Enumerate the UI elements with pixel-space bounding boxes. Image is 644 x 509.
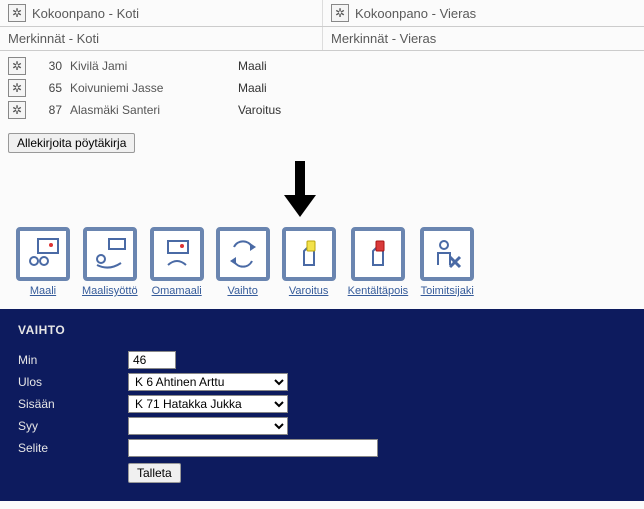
panel-kokoonpano-vieras[interactable]: ✲ Kokoonpano - Vieras	[322, 0, 644, 26]
action-label: Maalisyöttö	[82, 285, 138, 297]
label-min: Min	[18, 353, 118, 367]
panel-merkinnat-koti: Merkinnät - Koti	[0, 27, 322, 50]
action-label: Omamaali	[152, 285, 202, 297]
gear-icon[interactable]: ✲	[8, 57, 26, 75]
label-syy: Syy	[18, 419, 118, 433]
own-goal-icon	[150, 227, 204, 281]
label-selite: Selite	[18, 441, 118, 455]
marking-event: Varoitus	[238, 103, 338, 117]
action-varoitus[interactable]: Varoitus	[282, 227, 336, 297]
marking-row: ✲ 87 Alasmäki Santeri Varoitus	[0, 99, 644, 121]
marking-row: ✲ 65 Koivuniemi Jasse Maali	[0, 77, 644, 99]
sign-protocol-button[interactable]: Allekirjoita pöytäkirja	[8, 133, 135, 153]
action-maali[interactable]: Maali	[16, 227, 70, 297]
sisaan-select[interactable]: K 71 Hatakka Jukka	[128, 395, 288, 413]
panel-merkinnat-vieras: Merkinnät - Vieras	[322, 27, 644, 50]
vaihto-form: VAIHTO Min Ulos K 6 Ahtinen Arttu Sisään…	[0, 309, 644, 501]
marking-row: ✲ 30 Kivilä Jami Maali	[0, 55, 644, 77]
substitution-icon	[216, 227, 270, 281]
panel-kokoonpano-koti[interactable]: ✲ Kokoonpano - Koti	[0, 0, 322, 26]
min-input[interactable]	[128, 351, 176, 369]
action-maalisyotto[interactable]: Maalisyöttö	[82, 227, 138, 297]
yellow-card-icon	[282, 227, 336, 281]
action-label: Vaihto	[227, 285, 257, 297]
save-button[interactable]: Talleta	[128, 463, 181, 483]
action-vaihto[interactable]: Vaihto	[216, 227, 270, 297]
assist-icon	[83, 227, 137, 281]
ulos-select[interactable]: K 6 Ahtinen Arttu	[128, 373, 288, 391]
action-omamaali[interactable]: Omamaali	[150, 227, 204, 297]
marking-player: Alasmäki Santeri	[70, 103, 210, 117]
official-icon	[420, 227, 474, 281]
action-label: Toimitsijaki	[421, 285, 474, 297]
gear-icon: ✲	[331, 4, 349, 22]
marking-number: 30	[34, 59, 62, 73]
action-toimitsijaki[interactable]: Toimitsijaki	[420, 227, 474, 297]
panel-label: Kokoonpano - Koti	[32, 6, 139, 21]
action-label: Varoitus	[289, 285, 329, 297]
marking-player: Koivuniemi Jasse	[70, 81, 210, 95]
marking-event: Maali	[238, 81, 338, 95]
annotation-arrow	[0, 161, 644, 221]
red-card-icon	[351, 227, 405, 281]
marking-number: 65	[34, 81, 62, 95]
marking-event: Maali	[238, 59, 338, 73]
panel-label: Kokoonpano - Vieras	[355, 6, 476, 21]
action-label: Kentältäpois	[348, 285, 409, 297]
syy-select[interactable]	[128, 417, 288, 435]
action-kentaltapois[interactable]: Kentältäpois	[348, 227, 409, 297]
arrow-down-icon	[280, 161, 320, 217]
form-title: VAIHTO	[18, 323, 626, 337]
action-label: Maali	[30, 285, 56, 297]
marking-number: 87	[34, 103, 62, 117]
goal-icon	[16, 227, 70, 281]
panel-label: Merkinnät - Vieras	[331, 31, 436, 46]
gear-icon[interactable]: ✲	[8, 79, 26, 97]
gear-icon: ✲	[8, 4, 26, 22]
label-ulos: Ulos	[18, 375, 118, 389]
panel-label: Merkinnät - Koti	[8, 31, 99, 46]
label-sisaan: Sisään	[18, 397, 118, 411]
selite-input[interactable]	[128, 439, 378, 457]
markings-list: ✲ 30 Kivilä Jami Maali ✲ 65 Koivuniemi J…	[0, 51, 644, 125]
action-bar: Maali Maalisyöttö Omamaali	[0, 221, 644, 309]
marking-player: Kivilä Jami	[70, 59, 210, 73]
gear-icon[interactable]: ✲	[8, 101, 26, 119]
